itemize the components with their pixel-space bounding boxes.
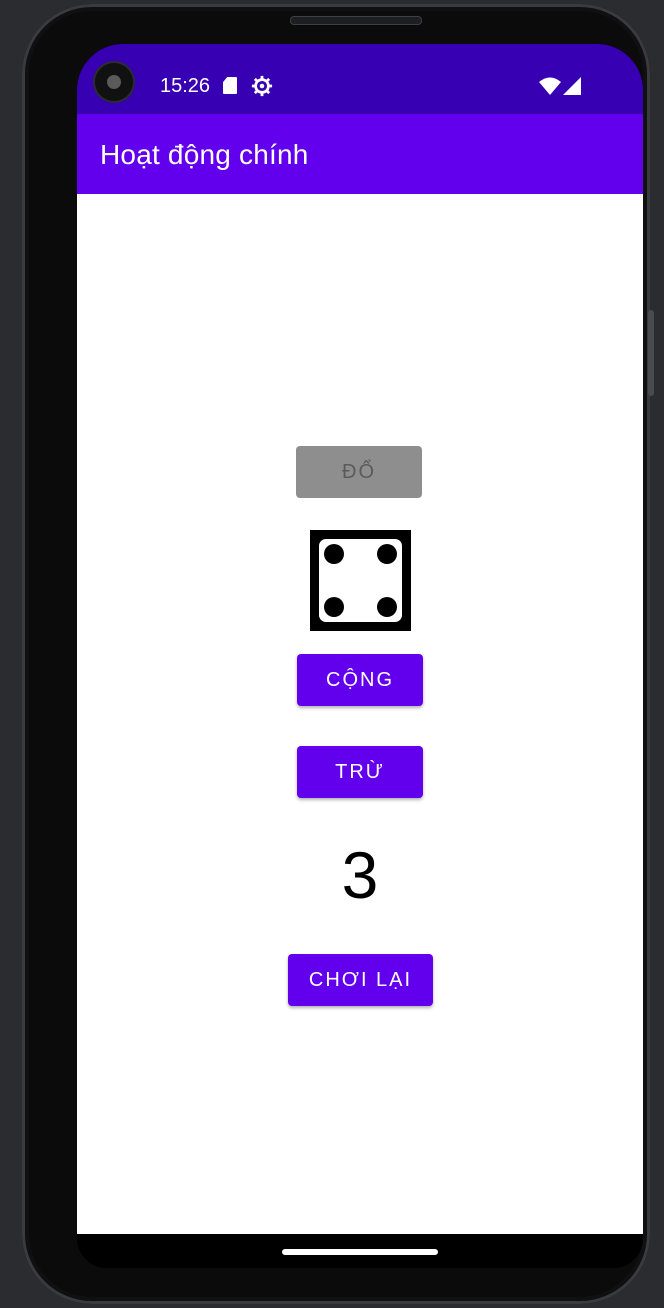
app-title: Hoạt động chính xyxy=(100,139,309,170)
home-indicator[interactable] xyxy=(282,1249,438,1255)
app-bar: Hoạt động chính xyxy=(77,114,643,194)
cellular-signal-icon xyxy=(563,77,581,95)
dice-four-icon xyxy=(310,530,411,631)
wifi-icon xyxy=(539,77,561,95)
roll-button[interactable]: ĐỔ xyxy=(296,446,422,498)
phone-screen: 15:26 Hoạt động chính ĐỔ CỘNG TRỪ 3 CHƠI… xyxy=(77,44,643,1268)
gear-icon xyxy=(251,75,273,97)
status-bar: 15:26 xyxy=(77,44,643,114)
phone-frame: 15:26 Hoạt động chính ĐỔ CỘNG TRỪ 3 CHƠI… xyxy=(22,4,650,1304)
earpiece-speaker xyxy=(290,16,422,25)
subtract-button[interactable]: TRỪ xyxy=(297,746,423,798)
sd-card-icon xyxy=(223,77,237,94)
add-button[interactable]: CỘNG xyxy=(297,654,423,706)
navigation-bar xyxy=(77,1234,643,1268)
front-camera xyxy=(95,63,133,101)
main-content: ĐỔ CỘNG TRỪ 3 CHƠI LẠI xyxy=(77,194,643,1234)
score-value: 3 xyxy=(341,838,379,912)
side-volume-button xyxy=(648,310,654,396)
replay-button[interactable]: CHƠI LẠI xyxy=(288,954,433,1006)
status-time: 15:26 xyxy=(160,75,211,97)
